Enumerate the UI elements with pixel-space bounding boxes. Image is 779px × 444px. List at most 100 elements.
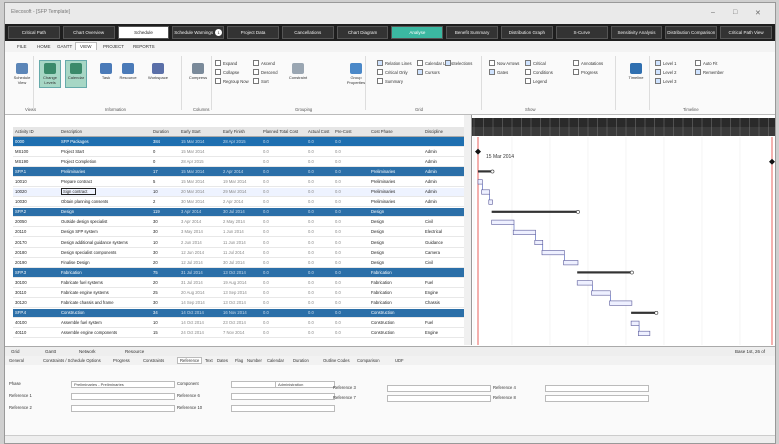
table-row[interactable]: 20050 Outside design specialist 30 3 Apr 20… [13, 218, 471, 228]
nav-button[interactable]: Critical Path [8, 26, 60, 39]
ribbon-checkbox[interactable]: Remember [695, 69, 724, 75]
nav-button[interactable]: Distribution Graph [501, 26, 553, 39]
nav-button[interactable]: Distribution Comparison [665, 26, 718, 39]
table-row[interactable]: SFP.3 Fabrication 75 31 Jul 2014 13 Oct 2014… [13, 268, 471, 278]
grid-column-header[interactable]: Description [61, 129, 82, 134]
nav-button[interactable]: Schedule Warnings 1 [172, 26, 225, 39]
ribbon-checkbox[interactable]: Descend [253, 69, 278, 75]
view-toggle[interactable]: Grid [11, 349, 20, 354]
ribbon-button[interactable]: Task [95, 60, 117, 88]
table-row[interactable]: 10030 Obtain planning consents 2 30 Mar 201… [13, 198, 471, 208]
nav-button[interactable]: Benefit Summary [446, 26, 499, 39]
view-toggle[interactable]: Resource [125, 349, 144, 354]
field-input[interactable] [545, 385, 649, 392]
ribbon-button[interactable]: Constraint [287, 60, 309, 88]
ribbon-checkbox[interactable]: Gates [489, 69, 508, 75]
ribbon-tab[interactable]: HOME [33, 43, 55, 50]
table-row[interactable]: MS190 Project Completion 0 28 Apr 2015 0.0 0.… [13, 157, 471, 167]
ribbon-checkbox[interactable]: Critical Only [377, 69, 408, 75]
table-row[interactable]: 10010 Prepare contract 5 15 Mar 2014 19 Mar … [13, 177, 471, 187]
table-row[interactable]: SFP.1 Preliminaries 17 15 Mar 2014 2 Apr 201… [13, 167, 471, 177]
ribbon-button[interactable]: Calendar [65, 60, 87, 88]
nav-button[interactable]: Analyse [391, 26, 444, 39]
ribbon-checkbox[interactable]: Relation Lines [377, 60, 412, 66]
ribbon-button[interactable]: Resource [117, 60, 139, 88]
ribbon-tab[interactable]: GANTT [53, 43, 76, 50]
detail-tab[interactable]: Dates [217, 358, 228, 363]
ribbon-checkbox[interactable]: Now Arrows [489, 60, 519, 66]
ribbon-checkbox[interactable]: Level 3 [655, 78, 677, 84]
detail-tab[interactable]: Progress [113, 358, 130, 363]
ribbon-checkbox[interactable]: Auto Fit [695, 60, 717, 66]
table-row[interactable]: 30120 Fabricate chassis and frame 30 14 Sep… [13, 299, 471, 309]
ribbon-checkbox[interactable]: Level 2 [655, 69, 677, 75]
grid-column-header[interactable]: Pre-Cost [335, 129, 352, 134]
minimize-icon[interactable]: – [711, 9, 715, 16]
ribbon-checkbox[interactable]: Expand [215, 60, 237, 66]
ribbon-checkbox[interactable]: Level 1 [655, 60, 677, 66]
detail-tab[interactable]: Duration [293, 358, 309, 363]
ribbon-checkbox[interactable]: Selections [445, 60, 472, 66]
grid-column-header[interactable]: Actual Cost [308, 129, 329, 134]
close-icon[interactable]: ✕ [755, 9, 761, 17]
table-row[interactable]: 20110 Design SFP system 30 3 May 2014 1 Jun … [13, 228, 471, 238]
detail-tab[interactable]: UDF [395, 358, 404, 363]
ribbon-checkbox[interactable]: Legend [525, 78, 547, 84]
detail-tab[interactable]: Comparison [357, 358, 380, 363]
nav-button[interactable]: Project Data [227, 26, 279, 39]
grid-column-header[interactable]: Early Start [181, 129, 201, 134]
ribbon-button[interactable]: Workspace [147, 60, 169, 88]
table-row[interactable]: 0000 SFP Packages 384 15 Mar 2014 28 Apr 201… [13, 137, 471, 147]
field-input[interactable]: Administration [275, 381, 335, 388]
ribbon-tab[interactable]: REPORTS [129, 43, 159, 50]
detail-tab[interactable]: Constraints [143, 358, 164, 363]
grid-column-header[interactable]: Discipline [425, 129, 443, 134]
nav-button[interactable]: S-Curve [555, 26, 608, 39]
ribbon-checkbox[interactable]: Progress [573, 69, 598, 75]
nav-button[interactable]: Chart Diagram [336, 26, 389, 39]
field-input[interactable] [231, 393, 335, 400]
nav-button[interactable]: Chart Overview [62, 26, 115, 39]
ribbon-checkbox[interactable]: Summary [377, 78, 403, 84]
table-row[interactable]: 30100 Fabricate fuel systems 20 31 Jul 2014… [13, 278, 471, 288]
grid-column-header[interactable]: Duration [153, 129, 169, 134]
table-row[interactable]: 40110 Assemble engine components 15 24 Oct … [13, 329, 471, 339]
nav-button[interactable]: Cancellations [281, 26, 334, 39]
field-input[interactable] [231, 405, 335, 412]
ribbon-button[interactable]: Group Properties [345, 60, 367, 88]
field-input[interactable] [71, 405, 175, 412]
ribbon-button[interactable]: Schedule View [11, 60, 33, 88]
field-input[interactable] [71, 393, 175, 400]
ribbon-checkbox[interactable]: Regroup Now [215, 78, 249, 84]
detail-tab[interactable]: Reference [177, 357, 203, 364]
table-row[interactable]: SFP.4 Construction 34 14 Oct 2014 16 Nov 201… [13, 308, 471, 319]
grid-vertical-scrollbar[interactable] [464, 115, 471, 345]
maximize-icon[interactable]: □ [733, 9, 737, 16]
field-input[interactable] [387, 385, 491, 392]
ribbon-checkbox[interactable]: Sort [253, 78, 269, 84]
detail-tab[interactable]: Calendar [267, 358, 284, 363]
field-input[interactable] [545, 395, 649, 402]
detail-tab[interactable]: Outline Codes [323, 358, 350, 363]
ribbon-tab[interactable]: VIEW [75, 42, 97, 50]
nav-button[interactable]: Schedule [117, 26, 170, 39]
ribbon-checkbox[interactable]: Collapse [215, 69, 239, 75]
ribbon-checkbox[interactable]: Conditions [525, 69, 553, 75]
view-toggle[interactable]: Network [79, 349, 96, 354]
nav-button[interactable]: Critical Path View [720, 26, 772, 39]
grid-column-header[interactable]: Activity ID [15, 129, 34, 134]
ribbon-checkbox[interactable]: Ascend [253, 60, 275, 66]
grid-column-header[interactable]: Planned Total Cost [263, 129, 298, 134]
table-row[interactable]: 20180 Design specialist components 30 12 Ju… [13, 248, 471, 258]
nav-button[interactable]: Sensitivity Analysis [610, 26, 663, 39]
table-row[interactable]: 10020 Sign contract 10 20 Mar 2014 29 Mar 20… [13, 187, 471, 197]
field-input[interactable]: Preliminaries - Preliminaries [71, 381, 175, 388]
detail-tab[interactable]: Text [205, 358, 213, 363]
ribbon-checkbox[interactable]: Annotations [573, 60, 603, 66]
detail-tab[interactable]: General [9, 358, 24, 363]
ribbon-tab[interactable]: FILE [13, 43, 31, 50]
field-input[interactable] [387, 395, 491, 402]
detail-tab[interactable]: Flag [235, 358, 243, 363]
ribbon-tab[interactable]: PROJECT [99, 43, 128, 50]
ribbon-button[interactable]: Compress [187, 60, 209, 88]
